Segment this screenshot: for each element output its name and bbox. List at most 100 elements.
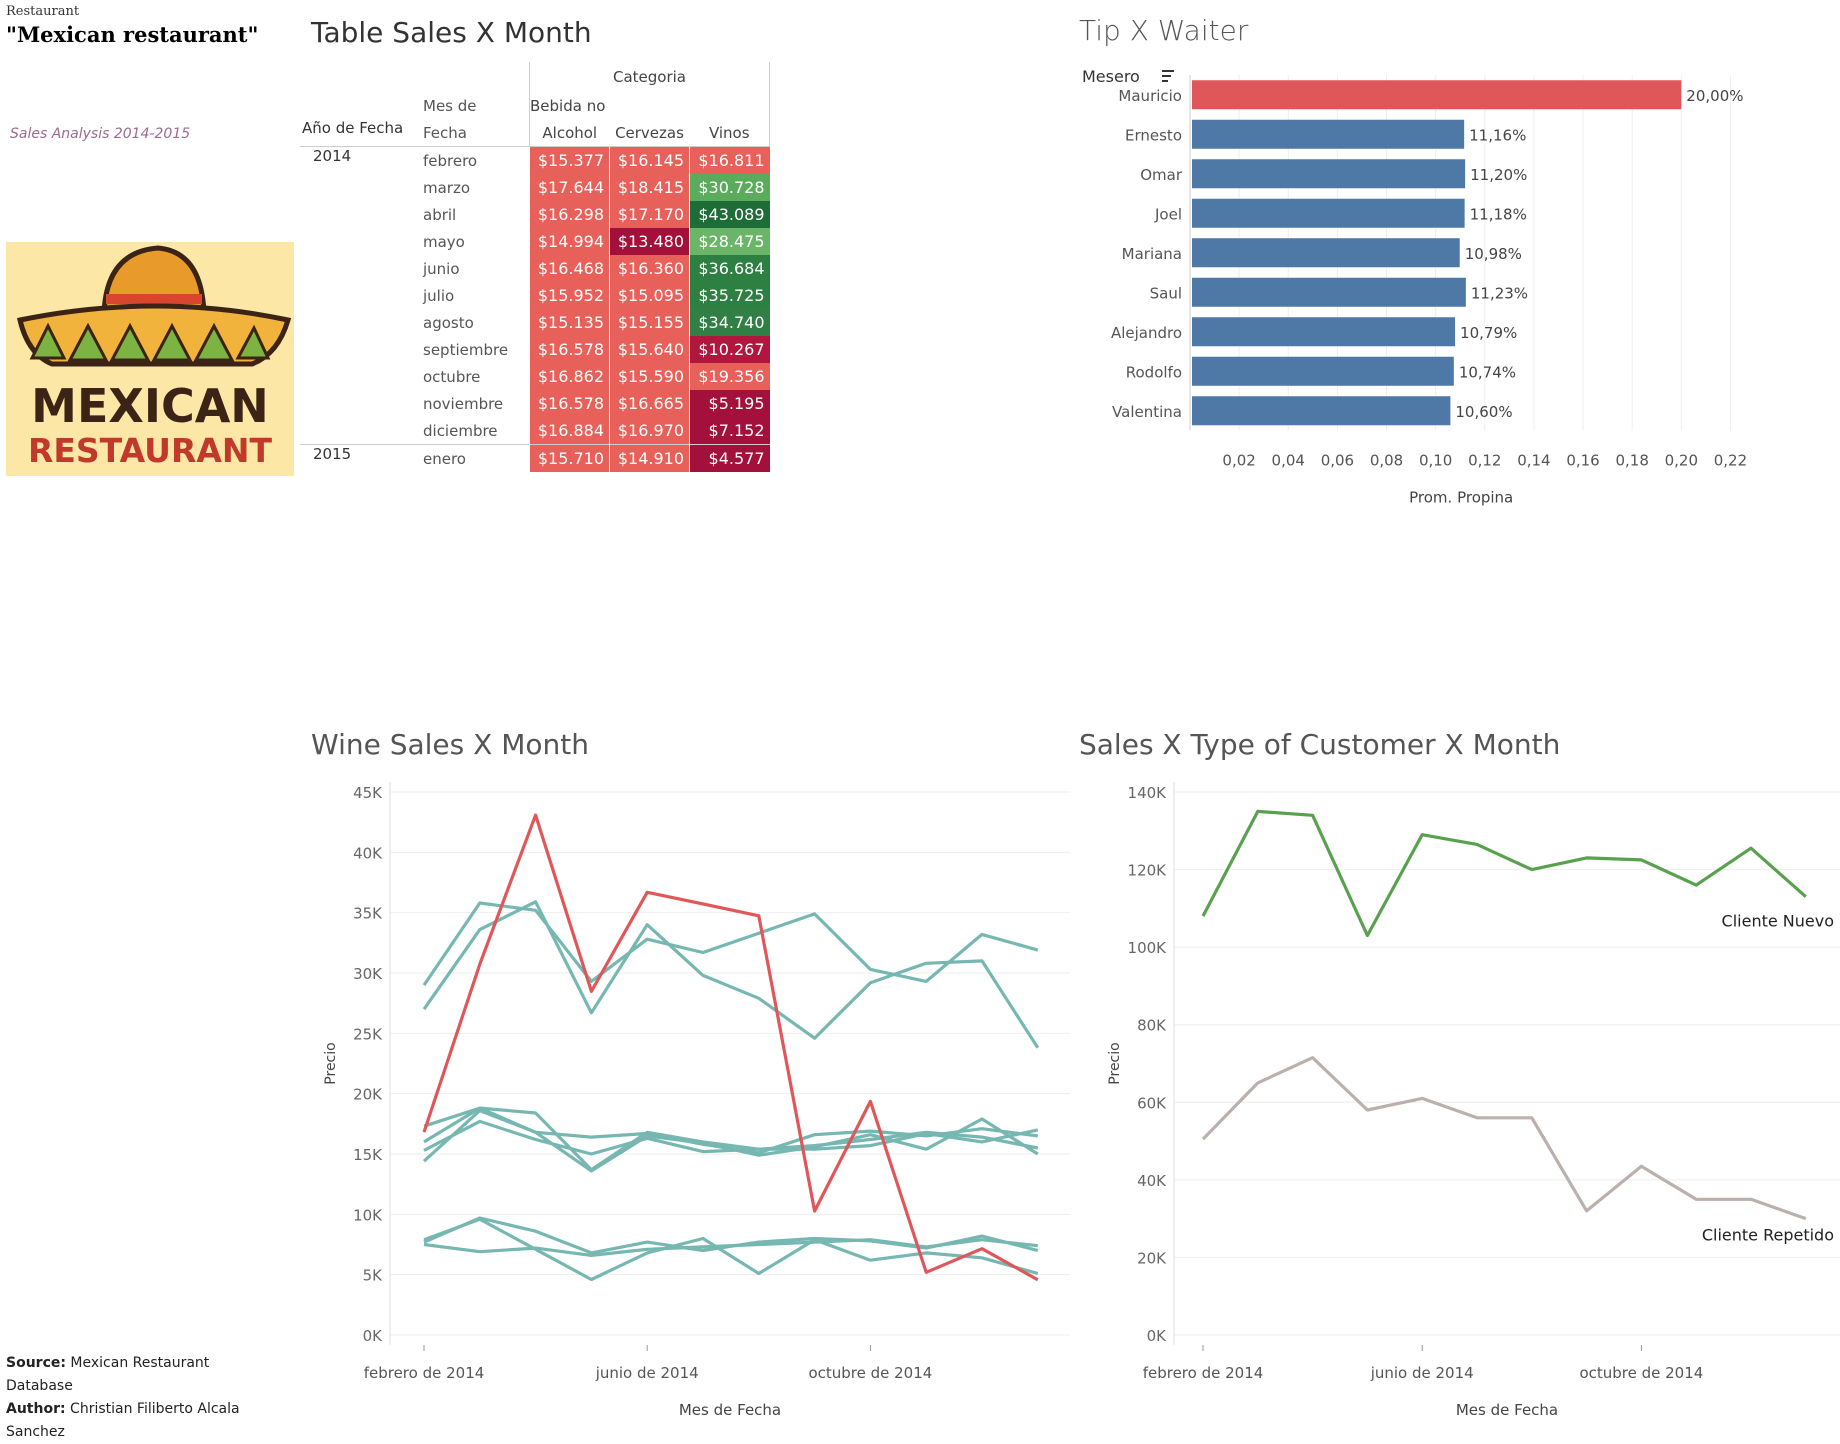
table-row: abril $16.298 $17.170 $43.089 <box>300 201 770 228</box>
value-cell: $13.480 <box>609 228 690 255</box>
x-tick-label: febrero de 2014 <box>364 1364 485 1382</box>
x-axis-label: Mes de Fecha <box>1456 1401 1558 1419</box>
year-cell <box>300 336 421 363</box>
y-tick-label: 10K <box>353 1206 383 1224</box>
category-label: Saul <box>1150 284 1182 302</box>
logo-graphic: MEXICAN RESTAURANT <box>6 242 294 476</box>
year-cell <box>300 309 421 336</box>
x-tick-label: 0,22 <box>1714 452 1747 470</box>
table-row: diciembre $16.884 $16.970 $7.152 <box>300 417 770 445</box>
x-tick-label: octubre de 2014 <box>808 1364 932 1382</box>
dashboard-title: "Mexican restaurant" <box>6 22 259 47</box>
x-axis-label: Mes de Fecha <box>679 1401 781 1419</box>
value-cell: $34.740 <box>689 309 770 336</box>
value-cell: $16.578 <box>529 390 610 417</box>
y-tick-label: 25K <box>353 1025 383 1043</box>
year-cell <box>300 201 421 228</box>
y-tick-label: 80K <box>1137 1017 1167 1035</box>
category-label: Mauricio <box>1118 87 1182 105</box>
x-tick-label: 0,04 <box>1272 452 1305 470</box>
row-header-month-2: Fecha <box>423 123 467 142</box>
category-label: Alejandro <box>1111 324 1182 342</box>
table-row: octubre $16.862 $15.590 $19.356 <box>300 363 770 390</box>
bar <box>1192 159 1466 189</box>
month-cell: julio <box>423 286 455 305</box>
column-header-line1: Bebida no <box>529 92 610 119</box>
table-title: Table Sales X Month <box>311 16 592 49</box>
series-label: Cliente Repetido <box>1702 1226 1834 1245</box>
bar-data-label: 11,23% <box>1471 284 1528 302</box>
logo-text-restaurant: RESTAURANT <box>28 431 273 470</box>
value-cell: $4.577 <box>689 444 770 472</box>
value-cell: $16.811 <box>689 146 770 174</box>
month-cell: febrero <box>421 146 530 174</box>
bar <box>1192 277 1466 307</box>
value-cell: $35.725 <box>689 282 770 309</box>
month-cell: mayo <box>423 232 465 251</box>
source-label: Source: <box>6 1355 66 1371</box>
value-cell: $36.684 <box>689 255 770 282</box>
y-tick-label: 45K <box>353 784 383 802</box>
y-tick-label: 5K <box>363 1267 384 1285</box>
value-cell: $17.644 <box>529 174 610 201</box>
value-cell: $5.195 <box>689 390 770 417</box>
value-cell: $16.862 <box>529 363 610 390</box>
value-cell: $16.578 <box>529 336 610 363</box>
x-tick-label: 0,08 <box>1370 452 1403 470</box>
value-cell: $28.475 <box>689 228 770 255</box>
sales-table: Categoria Mes de Bebida no Año de Fecha … <box>300 62 770 472</box>
x-tick-label: 0,12 <box>1468 452 1501 470</box>
bar <box>1192 119 1465 149</box>
table-row: julio $15.952 $15.095 $35.725 <box>300 282 770 309</box>
y-tick-label: 30K <box>353 965 383 983</box>
restaurant-logo: MEXICAN RESTAURANT <box>6 242 294 476</box>
column-group-header: Categoria <box>529 62 770 92</box>
y-tick-label: 0K <box>363 1327 384 1345</box>
category-label: Ernesto <box>1125 126 1182 144</box>
month-cell: octubre <box>423 367 481 386</box>
x-tick-label: 0,02 <box>1222 452 1255 470</box>
customer-chart-title: Sales X Type of Customer X Month <box>1079 728 1561 761</box>
x-tick-label: junio de 2014 <box>1370 1364 1474 1382</box>
logo-text-mexican: MEXICAN <box>31 379 269 433</box>
value-cell: $10.267 <box>689 336 770 363</box>
table-row: 2015 enero $15.710 $14.910 $4.577 <box>300 444 770 472</box>
x-tick-label: febrero de 2014 <box>1143 1364 1264 1382</box>
series-line <box>1201 1056 1807 1221</box>
row-header-year: Año de Fecha <box>302 119 404 137</box>
y-tick-label: 40K <box>1137 1172 1167 1190</box>
bar-data-label: 10,79% <box>1460 324 1517 342</box>
row-header-month-1: Mes de <box>423 96 477 115</box>
category-label: Rodolfo <box>1126 363 1182 381</box>
year-cell <box>300 417 421 445</box>
x-tick-label: junio de 2014 <box>595 1364 699 1382</box>
wine-chart-title: Wine Sales X Month <box>311 728 589 761</box>
table-row: junio $16.468 $16.360 $36.684 <box>300 255 770 282</box>
y-tick-label: 0K <box>1147 1327 1168 1345</box>
year-cell <box>300 390 421 417</box>
customer-line-chart: 0K 20K 40K 60K 80K 100K 120K 140K febrero de 201… <box>1107 782 1840 1419</box>
month-cell: agosto <box>423 313 474 332</box>
year-cell <box>300 228 421 255</box>
value-cell: $30.728 <box>689 174 770 201</box>
value-cell: $15.135 <box>529 309 610 336</box>
bar-data-label: 20,00% <box>1686 87 1743 105</box>
series-label: Cliente Nuevo <box>1722 912 1834 931</box>
value-cell: $16.665 <box>609 390 690 417</box>
value-cell: $18.415 <box>609 174 690 201</box>
year-cell <box>300 174 421 201</box>
table-row: agosto $15.135 $15.155 $34.740 <box>300 309 770 336</box>
x-tick-label: octubre de 2014 <box>1579 1364 1703 1382</box>
y-tick-label: 40K <box>353 844 383 862</box>
value-cell: $7.152 <box>689 417 770 445</box>
year-cell <box>300 255 421 282</box>
year-cell <box>300 363 421 390</box>
series-line <box>1201 809 1807 938</box>
month-cell: enero <box>421 444 530 472</box>
x-tick-label: 0,14 <box>1517 452 1550 470</box>
month-cell: junio <box>423 259 460 278</box>
table-row: marzo $17.644 $18.415 $30.728 <box>300 174 770 201</box>
table-row: septiembre $16.578 $15.640 $10.267 <box>300 336 770 363</box>
x-tick-label: 0,20 <box>1665 452 1698 470</box>
month-cell: abril <box>423 205 457 224</box>
